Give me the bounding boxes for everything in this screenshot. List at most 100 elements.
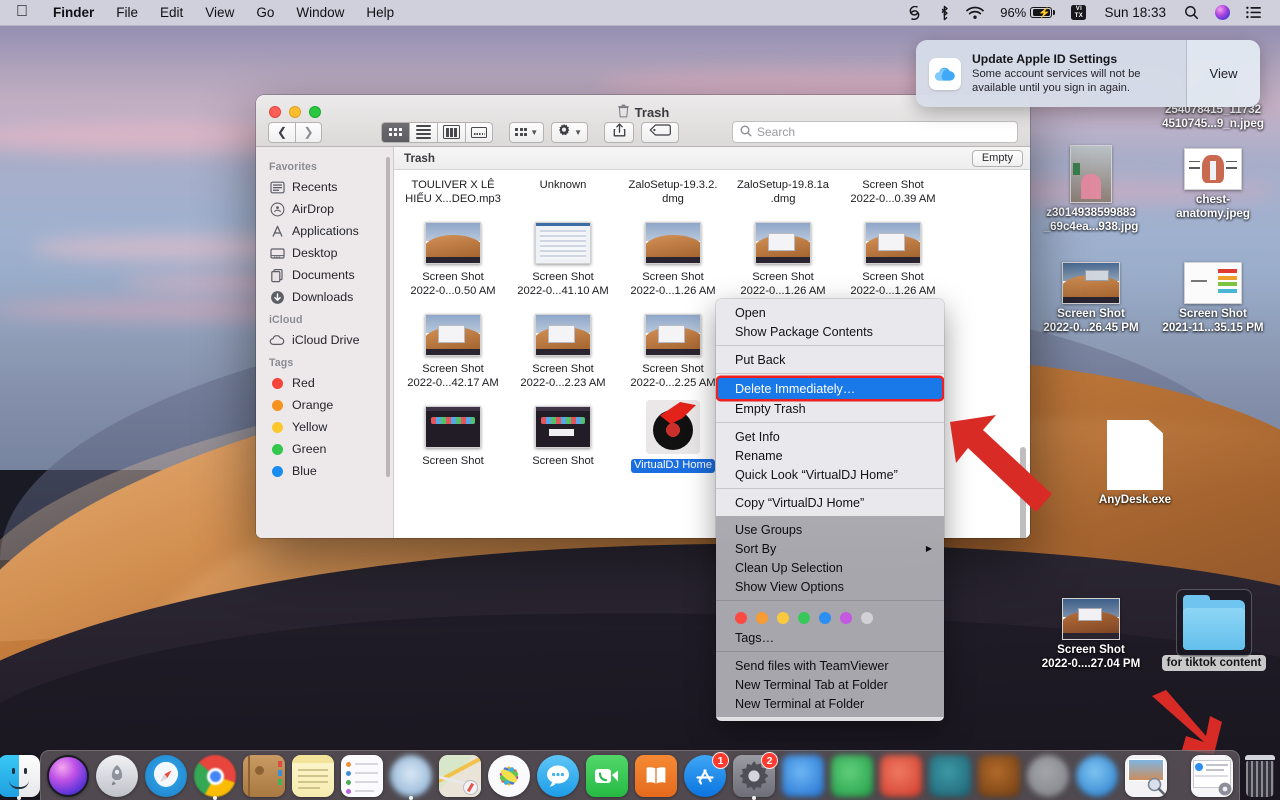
sidebar-item-tag-orange[interactable]: Orange xyxy=(256,394,393,416)
dock-item-preview[interactable] xyxy=(1125,755,1167,797)
dock-item-blurred-blue-circle[interactable] xyxy=(1076,755,1118,797)
sidebar-item-airdrop[interactable]: AirDrop xyxy=(256,198,393,220)
dock-item-launchpad[interactable] xyxy=(96,755,138,797)
desktop-icon-screenshot-2645[interactable]: Screen Shot 2022-0...26.45 PM xyxy=(1030,262,1152,335)
context-menu-item-sort-by[interactable]: Sort By ▶ xyxy=(716,539,944,558)
context-menu-item-use-groups[interactable]: Use Groups xyxy=(716,520,944,539)
context-menu-item-new-terminal-tab-at-folder[interactable]: New Terminal Tab at Folder xyxy=(716,675,944,694)
desktop-icon-screenshot-3515[interactable]: Screen Shot 2021-11...35.15 PM xyxy=(1152,262,1274,335)
context-menu-item-put-back[interactable]: Put Back xyxy=(716,350,944,369)
menu-file[interactable]: File xyxy=(105,0,149,26)
chevron-left-icon[interactable]: ❮ xyxy=(268,121,295,143)
context-menu-item-get-info[interactable]: Get Info xyxy=(716,427,944,446)
search-field[interactable]: Search xyxy=(732,121,1018,143)
sidebar-item-applications[interactable]: Applications xyxy=(256,220,393,242)
tag-swatch-blue[interactable] xyxy=(819,612,831,624)
sidebar-item-recents[interactable]: Recents xyxy=(256,176,393,198)
tag-button[interactable] xyxy=(641,121,680,143)
chevron-right-icon[interactable]: ❯ xyxy=(295,121,322,143)
dock-item-trash[interactable] xyxy=(1240,755,1280,797)
dock-item-contacts[interactable] xyxy=(243,755,285,797)
file-item[interactable]: TOULIVER X LÊ HIẾU X...DEO.mp3 xyxy=(398,176,508,212)
sidebar-item-icloud-drive[interactable]: iCloud Drive xyxy=(256,329,393,351)
column-view-icon[interactable] xyxy=(437,121,465,143)
file-item[interactable]: Screen Shot 2022-0...0.50 AM xyxy=(398,212,508,304)
dock-item-blurred-green[interactable] xyxy=(831,755,873,797)
file-item[interactable]: Screen Shot 2022-0...42.17 AM xyxy=(398,304,508,396)
sidebar-item-downloads[interactable]: Downloads xyxy=(256,286,393,308)
battery-charging-icon[interactable]: ⚡ xyxy=(1030,0,1063,26)
bluetooth-icon[interactable] xyxy=(931,0,958,26)
dock-item-blurred-red[interactable] xyxy=(880,755,922,797)
file-item[interactable]: Screen Shot xyxy=(398,396,508,479)
tag-swatch-red[interactable] xyxy=(735,612,747,624)
file-item[interactable]: Screen Shot xyxy=(508,396,618,479)
context-menu-item-open[interactable]: Open xyxy=(716,303,944,322)
context-menu-item-new-terminal-at-folder[interactable]: New Terminal at Folder xyxy=(716,694,944,713)
context-menu-item-delete-immediately[interactable]: Delete Immediately… xyxy=(718,378,942,399)
dock-item-facetime[interactable] xyxy=(586,755,628,797)
menu-help[interactable]: Help xyxy=(355,0,405,26)
file-item[interactable]: Screen Shot 2022-0...0.39 AM xyxy=(838,176,948,212)
file-item[interactable]: Screen Shot 2022-0...2.25 AM xyxy=(618,304,728,396)
sidebar-scrollbar[interactable] xyxy=(386,157,390,477)
tag-swatch-orange[interactable] xyxy=(756,612,768,624)
file-item[interactable]: Screen Shot 2022-0...1.26 AM xyxy=(728,212,838,304)
tag-swatch-yellow[interactable] xyxy=(777,612,789,624)
sidebar-item-tag-red[interactable]: Red xyxy=(256,372,393,394)
dock-item-system-preferences[interactable]: 2 xyxy=(733,752,778,800)
notification-banner[interactable]: Update Apple ID Settings Some account se… xyxy=(916,40,1260,107)
dock-item-blurred-orange[interactable] xyxy=(978,755,1020,797)
sidebar-item-documents[interactable]: Documents xyxy=(256,264,393,286)
file-item[interactable]: ZaloSetup-19.8.1a .dmg xyxy=(728,176,838,212)
file-item[interactable]: ZaloSetup-19.3.2. dmg xyxy=(618,176,728,212)
dock-item-reminders[interactable] xyxy=(341,755,383,797)
menu-window[interactable]: Window xyxy=(285,0,355,26)
dock-item-maps[interactable] xyxy=(439,755,481,797)
dock-item-siri[interactable] xyxy=(47,755,89,797)
sidebar-item-tag-yellow[interactable]: Yellow xyxy=(256,416,393,438)
dock-item-finder[interactable] xyxy=(0,755,40,800)
file-item[interactable]: Screen Shot 2022-0...1.26 AM xyxy=(618,212,728,304)
file-item[interactable]: Unknown xyxy=(508,176,618,212)
menu-go[interactable]: Go xyxy=(245,0,285,26)
finder-titlebar[interactable]: Trash ❮ ❯ ▼ ▼ Search xyxy=(256,95,1030,147)
dock-item-blurred-teal[interactable] xyxy=(929,755,971,797)
dock-item-blurred-gray[interactable] xyxy=(1027,755,1069,797)
dock-item-finder-window-stack[interactable] xyxy=(1191,755,1233,797)
dock-item-messages[interactable] xyxy=(537,755,579,797)
dock-item-safari[interactable] xyxy=(145,755,187,797)
desktop-icon-chest-anatomy[interactable]: chest- anatomy.jpeg xyxy=(1152,148,1274,221)
icon-view-icon[interactable] xyxy=(381,121,409,143)
sidebar-item-tag-green[interactable]: Green xyxy=(256,438,393,460)
dock[interactable]: 1 2 xyxy=(0,750,1275,800)
context-menu-item-empty-trash[interactable]: Empty Trash xyxy=(716,399,944,418)
desktop-icon-screenshot-2704[interactable]: Screen Shot 2022-0....27.04 PM xyxy=(1030,598,1152,671)
action-menu-button[interactable]: ▼ xyxy=(551,121,589,143)
context-menu-item-rename[interactable]: Rename xyxy=(716,446,944,465)
wifi-icon[interactable] xyxy=(958,0,992,26)
file-item[interactable]: VirtualDJ Home xyxy=(618,396,728,479)
group-by-button[interactable]: ▼ xyxy=(509,121,545,143)
context-menu-item-copy[interactable]: Copy “VirtualDJ Home” xyxy=(716,493,944,512)
menu-finder[interactable]: Finder xyxy=(42,0,105,26)
desktop-icon-z3014[interactable]: z3014938599883 _69c4ea...938.jpg xyxy=(1030,145,1152,234)
context-menu-item-show-package-contents[interactable]: Show Package Contents xyxy=(716,322,944,341)
desktop-icon-anydesk[interactable]: AnyDesk.exe xyxy=(1074,420,1196,507)
tag-swatch-purple[interactable] xyxy=(840,612,852,624)
menu-bar-clock[interactable]: Sun 18:33 xyxy=(1094,5,1176,20)
context-menu-item-send-files-teamviewer[interactable]: Send files with TeamViewer xyxy=(716,656,944,675)
list-view-icon[interactable] xyxy=(409,121,437,143)
apple-logo-icon[interactable]:  xyxy=(0,3,42,20)
notification-center-icon[interactable] xyxy=(1238,0,1270,26)
menu-edit[interactable]: Edit xyxy=(149,0,194,26)
dock-item-blurred-blue[interactable] xyxy=(782,755,824,797)
context-menu-item-tags[interactable]: Tags… xyxy=(716,628,944,647)
context-menu[interactable]: Open Show Package Contents Put Back Dele… xyxy=(716,299,944,721)
dock-item-photos[interactable] xyxy=(488,755,530,797)
search-input[interactable]: Search xyxy=(757,125,795,139)
gallery-view-icon[interactable] xyxy=(465,121,493,143)
sidebar-item-tag-blue[interactable]: Blue xyxy=(256,460,393,482)
adobe-creative-cloud-icon[interactable] xyxy=(898,0,931,26)
dock-item-books[interactable] xyxy=(635,755,677,797)
